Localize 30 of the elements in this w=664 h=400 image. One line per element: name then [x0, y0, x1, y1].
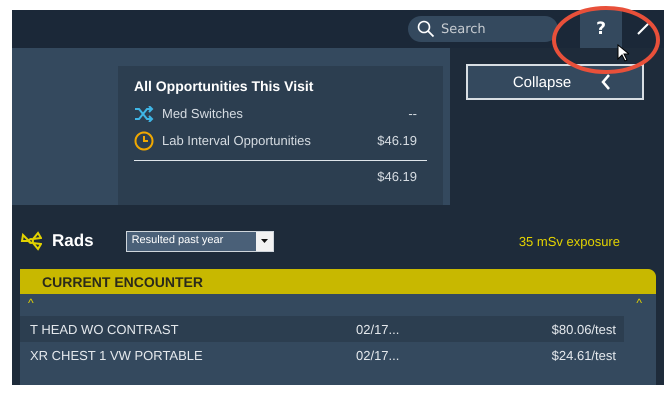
table-cell: $80.06/test [552, 322, 616, 336]
chevron-left-icon [601, 74, 612, 90]
cursor-icon [617, 44, 629, 62]
table-cell-text: 02/17... [356, 322, 400, 336]
section-header: CURRENT ENCOUNTER [20, 269, 656, 294]
dropdown-arrow-icon [260, 239, 268, 243]
table-cell-text: T HEAD WO CONTRAST [30, 322, 180, 336]
search-field[interactable]: Search [408, 16, 558, 42]
card-title: All Opportunities This Visit [134, 78, 314, 94]
opportunity-label: Med Switches [162, 106, 244, 121]
table-row[interactable]: XR CHEST 1 VW PORTABLE 02/17... $24.61/test [20, 342, 624, 368]
opportunity-value: -- [408, 106, 417, 121]
exposure-text: 35 mSv exposure [518, 234, 620, 248]
total-value: $46.19 [377, 169, 417, 184]
opportunity-label: Lab Interval Opportunities [162, 133, 312, 148]
close-icon[interactable] [637, 23, 649, 35]
filter-dropdown[interactable]: Resulted past year [126, 230, 274, 252]
collapse-button[interactable]: Collapse [466, 64, 644, 100]
table-cell-text: 02/17... [356, 348, 400, 362]
opportunity-value: $46.19 [377, 133, 417, 148]
table-cell-text: XR CHEST 1 VW PORTABLE [30, 348, 204, 362]
sort-indicator[interactable]: ^ [636, 296, 642, 316]
clock-icon [134, 130, 154, 150]
shuffle-icon [134, 106, 154, 122]
sort-indicator[interactable]: ^ [28, 296, 34, 316]
section-title: Rads [52, 231, 94, 251]
table-cell: $24.61/test [552, 348, 616, 362]
table-row[interactable]: T HEAD WO CONTRAST 02/17... $80.06/test [20, 316, 624, 342]
help-button[interactable]: ? [580, 10, 622, 48]
radiation-icon [20, 230, 42, 252]
